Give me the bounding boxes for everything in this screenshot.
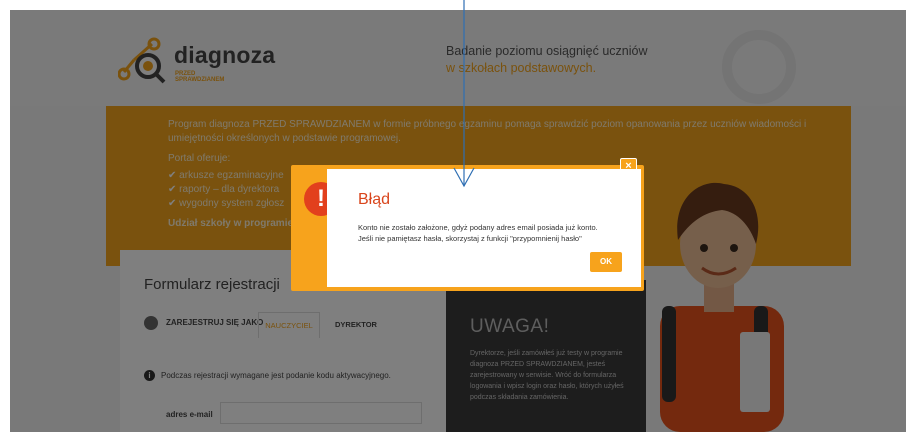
ok-button[interactable]: OK xyxy=(590,252,622,272)
dialog-message-line: Jeśli nie pamiętasz hasła, skorzystaj z … xyxy=(358,234,582,243)
dialog-message-line: Konto nie zostało założone, gdyż podany … xyxy=(358,223,598,232)
dialog-message: Konto nie zostało założone, gdyż podany … xyxy=(358,222,638,244)
down-arrow-icon xyxy=(453,0,475,188)
dialog-title: Błąd xyxy=(358,191,391,208)
dialog-body: Błąd Konto nie zostało założone, gdyż po… xyxy=(327,169,641,287)
